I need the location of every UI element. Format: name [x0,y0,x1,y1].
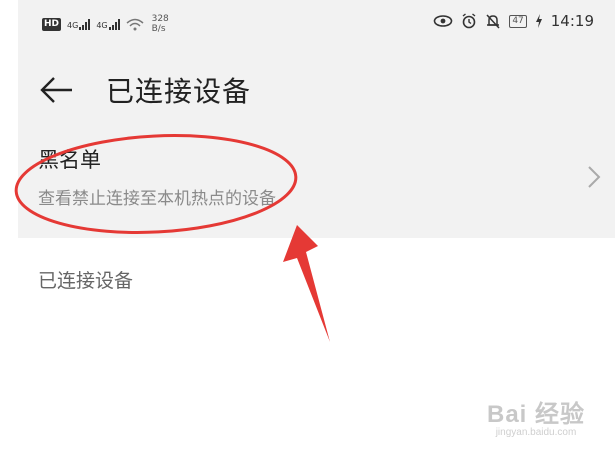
network-speed: 328 B/s [151,14,169,34]
eye-comfort-icon [434,15,453,27]
status-left: HD 4G 4G 328 B/s [42,14,169,34]
status-right: 47 14:19 [433,12,594,30]
chevron-right-icon [588,166,601,188]
connected-devices-section-label: 已连接设备 [38,270,134,292]
page-title: 已连接设备 [106,75,252,108]
status-time: 14:19 [550,12,594,30]
annotation-arrow [283,225,330,342]
sim2-label: 4G [96,20,108,30]
battery-icon: 47 [509,14,527,28]
page-header: 已连接设备 [38,70,251,110]
alarm-icon [462,13,476,29]
blacklist-subtitle: 查看禁止连接至本机热点的设备 [38,189,276,209]
back-arrow-icon[interactable] [38,75,74,105]
wifi-hotspot-icon [126,18,144,31]
silent-mode-icon [486,14,500,29]
blacklist-title: 黑名单 [38,148,101,172]
sim1-signal-icon: 4G [67,18,91,30]
sim2-signal-icon: 4G [96,18,120,30]
hd-badge: HD [42,17,62,31]
watermark-brand: Bai 经验 [486,401,585,428]
charging-icon [535,14,542,28]
sim1-label: 4G [67,20,79,30]
baidu-jingyan-watermark: Bai 经验 jingyan.baidu.com [487,394,585,438]
status-bar: HD 4G 4G 328 B/s 47 14:19 [18,8,598,44]
blacklist-item[interactable]: 黑名单 查看禁止连接至本机热点的设备 [18,138,615,220]
watermark-url: jingyan.baidu.com [495,427,577,438]
